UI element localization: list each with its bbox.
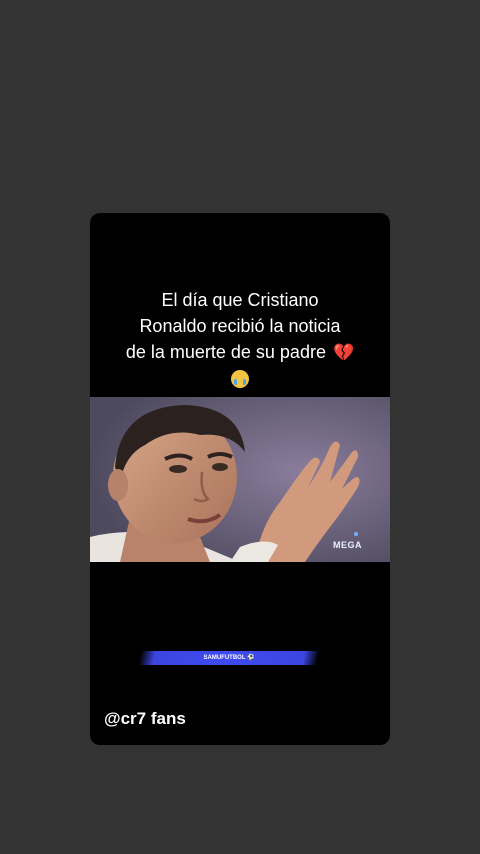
story-caption: El día que Cristiano Ronaldo recibió la … (90, 287, 390, 392)
caption-line-1: El día que Cristiano (161, 290, 319, 310)
caption-line-3-text: de la muerte de su padre (125, 342, 326, 362)
story-card[interactable]: El día que Cristiano Ronaldo recibió la … (90, 213, 390, 745)
channel-watermark: MEGA (333, 540, 362, 550)
video-frame[interactable]: MEGA (90, 397, 390, 562)
broken-heart-icon: 💔 (332, 343, 355, 362)
caption-line-3: de la muerte de su padre 💔 (90, 339, 390, 366)
watermark-dot (354, 532, 358, 536)
banner-text: SAMUFUTBOL ⚽ (203, 655, 255, 661)
story-viewer: El día que Cristiano Ronaldo recibió la … (0, 0, 480, 854)
player-photo (90, 397, 390, 562)
caption-line-2: Ronaldo recibió la noticia (139, 316, 341, 336)
sticker-banner[interactable]: SAMUFUTBOL ⚽ (138, 651, 320, 665)
caption-line-4 (90, 366, 390, 392)
crying-face-icon (231, 370, 249, 388)
account-handle[interactable]: @cr7 fans (104, 709, 186, 729)
